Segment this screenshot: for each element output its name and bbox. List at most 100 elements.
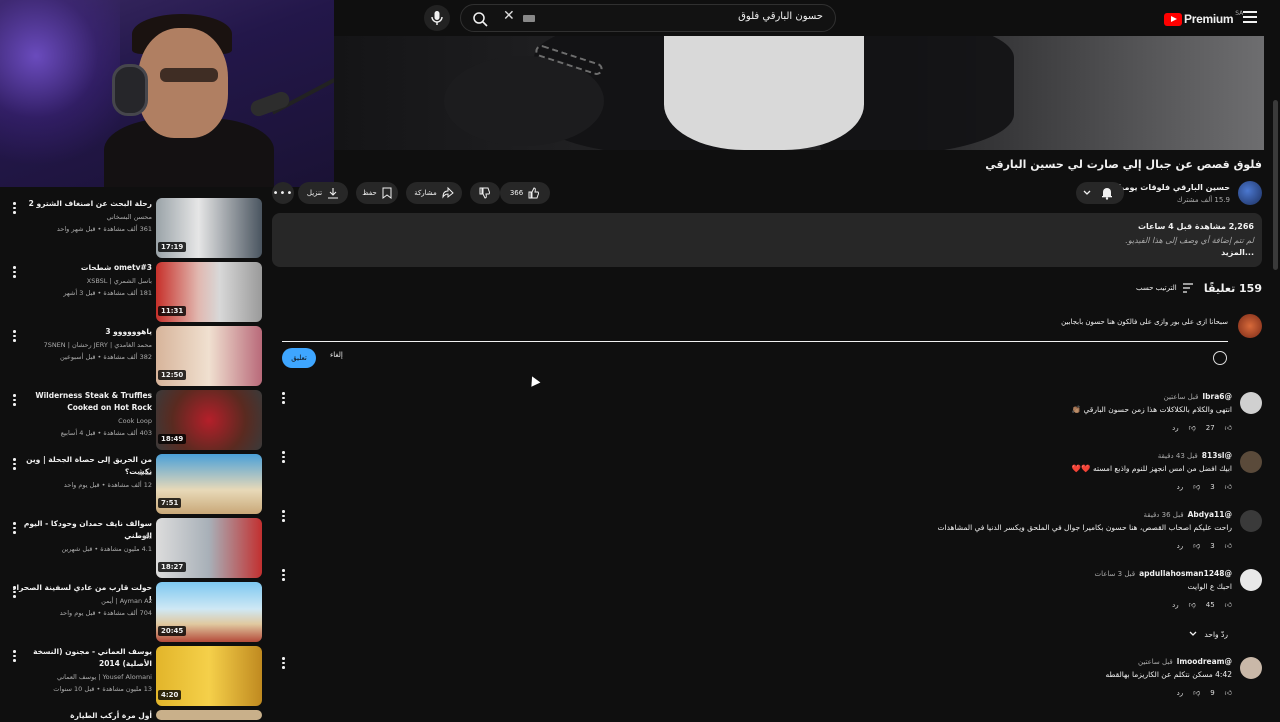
channel-name[interactable]: ثمانية [137, 469, 152, 477]
video-menu-icon[interactable] [13, 650, 16, 662]
video-menu-icon[interactable] [13, 330, 16, 342]
recommended-video[interactable]: 17:19 رحلة البحث عن اصنغاف الشترو 2 محسن… [0, 198, 264, 258]
video-menu-icon[interactable] [13, 266, 16, 278]
download-icon [328, 188, 339, 199]
dislike-comment-icon[interactable]: 👎︎ [1189, 600, 1196, 609]
comment-author[interactable]: @Ibra6 [1202, 392, 1232, 401]
comment-menu-icon[interactable] [282, 392, 286, 406]
video-menu-icon[interactable] [13, 458, 16, 470]
comment-menu-icon[interactable] [282, 569, 286, 583]
channel-name[interactable]: محمد الغامدي | JERY رحشان | 7SNEN [44, 341, 152, 349]
comment-menu-icon[interactable] [282, 451, 286, 465]
channel-avatar[interactable] [1238, 181, 1262, 205]
comment-author[interactable]: @813sl [1202, 451, 1232, 460]
save-button[interactable]: حفظ [356, 182, 398, 204]
sort-comments-button[interactable]: الترتيب حسب [1136, 282, 1195, 294]
clear-search-icon[interactable]: ✕ [503, 8, 515, 24]
video-title[interactable]: يوسف العماني - مجنون (النسخة الأصلية) 20… [12, 646, 152, 670]
recommended-video[interactable]: 7:51 من الحريق إلى حصاة الجحلة | وين نكش… [0, 454, 264, 514]
comment-item: @813sl قبل 43 دقيقة ابيك افضل من امس انجه… [282, 451, 1262, 511]
comment-author[interactable]: @apdullahosman1248 [1139, 569, 1232, 578]
download-button[interactable]: تنزيل [298, 182, 348, 204]
comment-input[interactable]: سبحانا ازى على بور وازى على فالكون هنا ح… [282, 316, 1228, 342]
sort-label: الترتيب حسب [1136, 284, 1177, 292]
video-menu-icon[interactable] [13, 394, 16, 406]
comment-item: @apdullahosman1248قبل 3 ساعات احبك ع الو… [282, 569, 1262, 629]
commenter-avatar[interactable] [1240, 392, 1262, 414]
dislike-comment-icon[interactable]: 👎︎ [1193, 688, 1200, 697]
comment-menu-icon[interactable] [282, 510, 286, 524]
channel-name[interactable]: Cook Loop [118, 417, 152, 425]
search-box[interactable]: ✕ حسون البارقي فلوق [460, 4, 836, 32]
like-comment-icon[interactable]: 👍︎ [1225, 688, 1232, 697]
show-more-link[interactable]: ...المزيد [1221, 248, 1254, 257]
share-button[interactable]: مشاركة [406, 182, 462, 204]
like-comment-icon[interactable]: 👍︎ [1225, 600, 1232, 609]
recommended-video[interactable]: 11:31 ometv#3 شطحات باسل الشمري | XSBSL … [0, 262, 264, 322]
commenter-avatar[interactable] [1240, 657, 1262, 679]
comment-cancel-button[interactable]: إلغاء [330, 351, 343, 359]
channel-name[interactable]: stc [142, 533, 152, 541]
view-replies-button[interactable]: ردّ واحد [1188, 629, 1228, 639]
channel-name[interactable]: Ayman Az | أيمن [101, 597, 152, 605]
recommended-video[interactable]: 4:20 يوسف العماني - مجنون (النسخة الأصلي… [0, 646, 264, 706]
keyboard-icon[interactable] [523, 15, 535, 22]
like-comment-icon[interactable]: 👍︎ [1225, 541, 1232, 550]
commenter-avatar[interactable] [1240, 569, 1262, 591]
recommended-video[interactable]: أول مرة أركب الطيارة [0, 710, 264, 720]
description-box[interactable]: 2,266 مشاهدة قبل 4 ساعات لم تتم إضافة أي… [272, 213, 1262, 267]
reply-button[interactable]: رد [1172, 424, 1179, 432]
recommended-video[interactable]: 20:45 حولت قارب من عادي لسفينة الصحراء !… [0, 582, 264, 642]
video-duration: 18:27 [158, 562, 187, 572]
dislike-button[interactable] [470, 182, 500, 204]
like-comment-icon[interactable]: 👍︎ [1225, 423, 1232, 432]
recommended-video[interactable]: 18:49 Wilderness Steak & Truffles Cooked… [0, 390, 264, 450]
search-input[interactable]: حسون البارقي فلوق [738, 11, 823, 22]
like-comment-icon[interactable]: 👍︎ [1225, 482, 1232, 491]
thumbs-up-icon[interactable] [528, 187, 540, 199]
comment-submit-button[interactable]: تعليق [282, 348, 316, 368]
video-title[interactable]: ometv#3 شطحات [12, 262, 152, 274]
voice-search-button[interactable] [424, 5, 450, 31]
video-title[interactable]: رحلة البحث عن اصنغاف الشترو 2 [12, 198, 152, 210]
more-actions-button[interactable]: ••• [272, 182, 294, 204]
comment-text: احبك ع الوايت [1187, 582, 1232, 591]
commenter-avatar[interactable] [1240, 451, 1262, 473]
video-title[interactable]: من الحريق إلى حصاة الجحلة | وين نكشت؟ [12, 454, 152, 478]
recommended-video[interactable]: 18:27 سوالف نايف حمدان وحودكا - اليوم ال… [0, 518, 264, 578]
subscription-bell-button[interactable] [1076, 182, 1124, 204]
comment-menu-icon[interactable] [282, 657, 286, 671]
dislike-comment-icon[interactable]: 👎︎ [1193, 541, 1200, 550]
recommended-video[interactable]: 12:50 ياهوووووو 3 محمد الغامدي | JERY رح… [0, 326, 264, 386]
video-title[interactable]: أول مرة أركب الطيارة [12, 710, 152, 722]
more-horizontal-icon: ••• [272, 187, 294, 199]
page-scrollbar[interactable] [1273, 100, 1278, 270]
dislike-comment-icon[interactable]: 👎︎ [1189, 423, 1196, 432]
video-title[interactable]: Wilderness Steak & Truffles Cooked on Ho… [12, 390, 152, 414]
comment-author[interactable]: @Abdya11 [1188, 510, 1232, 519]
video-player[interactable] [334, 36, 1264, 150]
video-thumbnail[interactable] [156, 710, 262, 720]
reply-button[interactable]: رد [1177, 483, 1184, 491]
emoji-icon[interactable] [1213, 351, 1227, 365]
dislike-comment-icon[interactable]: 👎︎ [1193, 482, 1200, 491]
channel-name[interactable]: محسن البسخاني [107, 213, 152, 221]
video-title[interactable]: سوالف نايف حمدان وحودكا - اليوم الوطني [12, 518, 152, 542]
channel-name[interactable]: حسين البارقي فلوقات يوميات [1110, 183, 1230, 192]
video-menu-icon[interactable] [13, 586, 16, 598]
reply-button[interactable]: رد [1172, 601, 1179, 609]
reply-button[interactable]: رد [1177, 689, 1184, 697]
hamburger-menu-icon[interactable] [1243, 11, 1257, 23]
comment-author[interactable]: @lmoodream [1177, 657, 1232, 666]
video-menu-icon[interactable] [13, 202, 16, 214]
comment-count: 159 تعليقًا [1203, 282, 1262, 295]
video-title[interactable]: ياهوووووو 3 [12, 326, 152, 338]
commenter-avatar[interactable] [1240, 510, 1262, 532]
youtube-premium-logo[interactable]: Premium SA [1164, 10, 1243, 28]
channel-name[interactable]: Yousef Alomani | يوسف العماني [57, 673, 152, 681]
reply-button[interactable]: رد [1177, 542, 1184, 550]
channel-name[interactable]: باسل الشمري | XSBSL [87, 277, 152, 285]
search-button[interactable] [469, 8, 491, 30]
video-menu-icon[interactable] [13, 522, 16, 534]
video-title: فلوق قصص عن جبال إلي صارت لي حسين البارق… [985, 158, 1262, 171]
